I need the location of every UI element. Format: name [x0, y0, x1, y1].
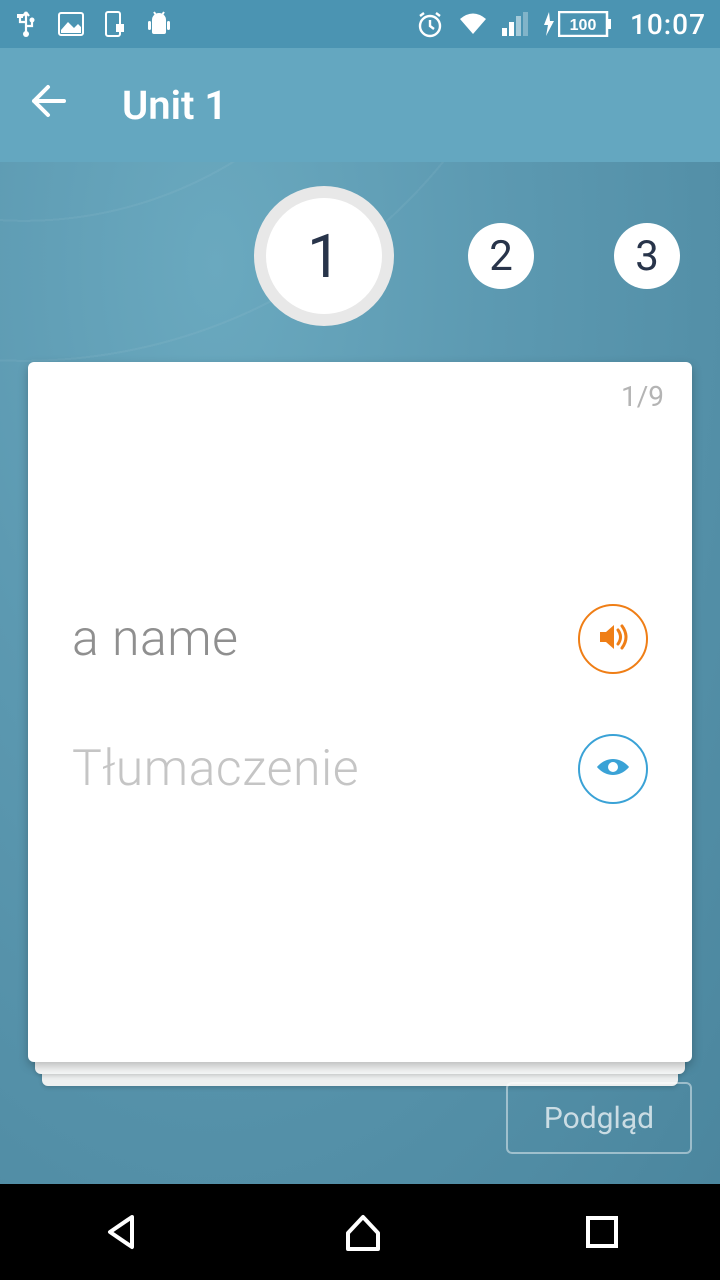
card-counter: 1/9 [621, 380, 664, 413]
step-2[interactable]: 2 [468, 223, 534, 289]
nav-home-button[interactable] [340, 1209, 386, 1255]
app-bar: Unit 1 [0, 48, 720, 162]
nav-recent-button[interactable] [582, 1212, 622, 1252]
translation-placeholder: Tłumaczenie [72, 740, 359, 798]
eye-icon [593, 747, 633, 791]
word-text: a name [72, 610, 238, 668]
device-icon [104, 10, 126, 38]
wifi-icon [458, 12, 488, 36]
flashcard[interactable]: 1/9 a name Tłumaczenie [28, 362, 692, 1062]
android-icon [146, 10, 172, 38]
android-navbar [0, 1184, 720, 1280]
nav-back-button[interactable] [98, 1209, 144, 1255]
alarm-icon [416, 10, 444, 38]
signal-icon [502, 12, 528, 36]
preview-button[interactable]: Podgląd [506, 1082, 692, 1154]
status-time: 10:07 [630, 8, 706, 41]
speaker-icon [594, 618, 632, 660]
step-indicator: 1 2 3 [0, 198, 720, 314]
play-audio-button[interactable] [578, 604, 648, 674]
svg-text:100: 100 [570, 17, 597, 34]
usb-icon [14, 10, 38, 38]
image-icon [58, 12, 84, 36]
flashcard-stack: 1/9 a name Tłumaczenie [28, 362, 692, 1062]
battery-icon: 100 [542, 11, 612, 37]
page-title: Unit 1 [122, 82, 227, 129]
step-1[interactable]: 1 [266, 198, 382, 314]
back-button[interactable] [28, 81, 68, 129]
main-area: 1 2 3 1/9 a name Tłumaczenie [0, 162, 720, 1184]
reveal-translation-button[interactable] [578, 734, 648, 804]
status-bar: 100 10:07 [0, 0, 720, 48]
step-3[interactable]: 3 [614, 223, 680, 289]
